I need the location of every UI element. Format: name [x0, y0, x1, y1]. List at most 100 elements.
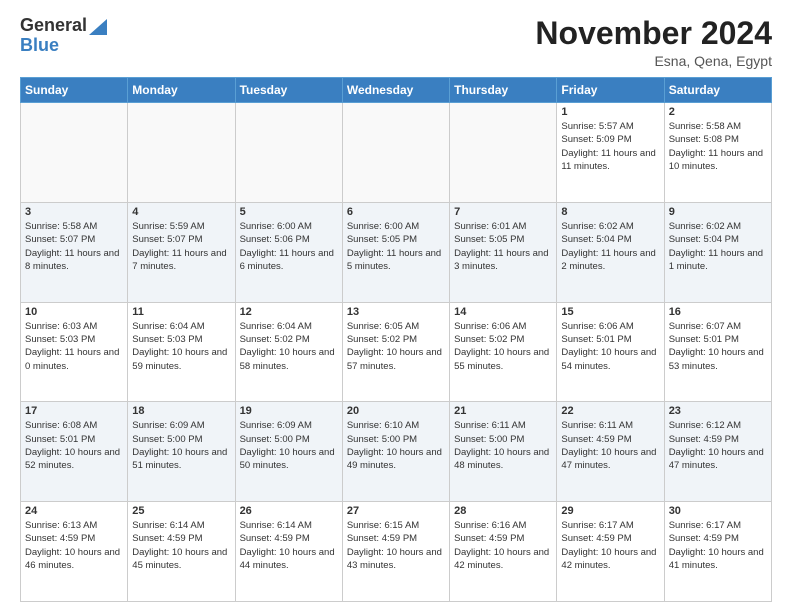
day-info: Sunrise: 6:01 AM Sunset: 5:05 PM Dayligh… [454, 220, 552, 273]
table-row: 20 Sunrise: 6:10 AM Sunset: 5:00 PM Dayli… [342, 402, 449, 502]
day-info: Sunrise: 6:03 AM Sunset: 5:03 PM Dayligh… [25, 320, 123, 373]
table-row: 19 Sunrise: 6:09 AM Sunset: 5:00 PM Dayli… [235, 402, 342, 502]
day-info: Sunrise: 6:00 AM Sunset: 5:06 PM Dayligh… [240, 220, 338, 273]
day-info: Sunrise: 6:10 AM Sunset: 5:00 PM Dayligh… [347, 419, 445, 472]
table-row: 26 Sunrise: 6:14 AM Sunset: 4:59 PM Dayli… [235, 502, 342, 602]
table-row: 9Sunrise: 6:02 AM Sunset: 5:04 PM Daylig… [664, 202, 771, 302]
day-info: Sunrise: 5:58 AM Sunset: 5:07 PM Dayligh… [25, 220, 123, 273]
table-row: 16 Sunrise: 6:07 AM Sunset: 5:01 PM Dayli… [664, 302, 771, 402]
calendar-week-row: 3 Sunrise: 5:58 AM Sunset: 5:07 PM Daylig… [21, 202, 772, 302]
table-row: 10Sunrise: 6:03 AM Sunset: 5:03 PM Dayli… [21, 302, 128, 402]
day-number: 2 [669, 106, 767, 118]
table-row: 11Sunrise: 6:04 AM Sunset: 5:03 PM Dayli… [128, 302, 235, 402]
page: General Blue November 2024 Esna, Qena, E… [0, 0, 792, 612]
day-info: Sunrise: 6:16 AM Sunset: 4:59 PM Dayligh… [454, 519, 552, 572]
table-row: 13 Sunrise: 6:05 AM Sunset: 5:02 PM Dayli… [342, 302, 449, 402]
day-number: 25 [132, 505, 230, 517]
table-row: 3 Sunrise: 5:58 AM Sunset: 5:07 PM Daylig… [21, 202, 128, 302]
title-area: November 2024 Esna, Qena, Egypt [535, 16, 772, 69]
calendar-week-row: 17 Sunrise: 6:08 AM Sunset: 5:01 PM Dayli… [21, 402, 772, 502]
day-number: 29 [561, 505, 659, 517]
header-sunday: Sunday [21, 78, 128, 103]
day-info: Sunrise: 6:14 AM Sunset: 4:59 PM Dayligh… [240, 519, 338, 572]
table-row: 27Sunrise: 6:15 AM Sunset: 4:59 PM Dayli… [342, 502, 449, 602]
table-row: 17 Sunrise: 6:08 AM Sunset: 5:01 PM Dayli… [21, 402, 128, 502]
day-info: Sunrise: 6:09 AM Sunset: 5:00 PM Dayligh… [240, 419, 338, 472]
day-info: Sunrise: 6:04 AM Sunset: 5:02 PM Dayligh… [240, 320, 338, 373]
day-number: 3 [25, 206, 123, 218]
day-number: 4 [132, 206, 230, 218]
day-number: 12 [240, 306, 338, 318]
day-number: 19 [240, 405, 338, 417]
day-info: Sunrise: 6:09 AM Sunset: 5:00 PM Dayligh… [132, 419, 230, 472]
table-row: 15Sunrise: 6:06 AM Sunset: 5:01 PM Dayli… [557, 302, 664, 402]
day-number: 27 [347, 505, 445, 517]
day-info: Sunrise: 5:57 AM Sunset: 5:09 PM Dayligh… [561, 120, 659, 173]
table-row: 22 Sunrise: 6:11 AM Sunset: 4:59 PM Dayli… [557, 402, 664, 502]
weekday-header-row: Sunday Monday Tuesday Wednesday Thursday… [21, 78, 772, 103]
day-number: 17 [25, 405, 123, 417]
day-number: 14 [454, 306, 552, 318]
day-info: Sunrise: 6:13 AM Sunset: 4:59 PM Dayligh… [25, 519, 123, 572]
day-info: Sunrise: 5:59 AM Sunset: 5:07 PM Dayligh… [132, 220, 230, 273]
day-number: 23 [669, 405, 767, 417]
month-title: November 2024 [535, 16, 772, 51]
day-number: 5 [240, 206, 338, 218]
table-row: 30 Sunrise: 6:17 AM Sunset: 4:59 PM Dayli… [664, 502, 771, 602]
table-row: 18Sunrise: 6:09 AM Sunset: 5:00 PM Dayli… [128, 402, 235, 502]
header-tuesday: Tuesday [235, 78, 342, 103]
day-info: Sunrise: 6:06 AM Sunset: 5:01 PM Dayligh… [561, 320, 659, 373]
table-row: 6Sunrise: 6:00 AM Sunset: 5:05 PM Daylig… [342, 202, 449, 302]
day-info: Sunrise: 6:08 AM Sunset: 5:01 PM Dayligh… [25, 419, 123, 472]
day-info: Sunrise: 6:05 AM Sunset: 5:02 PM Dayligh… [347, 320, 445, 373]
table-row: 8 Sunrise: 6:02 AM Sunset: 5:04 PM Daylig… [557, 202, 664, 302]
day-info: Sunrise: 6:17 AM Sunset: 4:59 PM Dayligh… [561, 519, 659, 572]
calendar-week-row: 24 Sunrise: 6:13 AM Sunset: 4:59 PM Dayli… [21, 502, 772, 602]
table-row: 29 Sunrise: 6:17 AM Sunset: 4:59 PM Dayli… [557, 502, 664, 602]
table-row [21, 103, 128, 203]
day-info: Sunrise: 6:11 AM Sunset: 4:59 PM Dayligh… [561, 419, 659, 472]
day-number: 8 [561, 206, 659, 218]
table-row: 25Sunrise: 6:14 AM Sunset: 4:59 PM Dayli… [128, 502, 235, 602]
table-row: 7Sunrise: 6:01 AM Sunset: 5:05 PM Daylig… [450, 202, 557, 302]
day-info: Sunrise: 5:58 AM Sunset: 5:08 PM Dayligh… [669, 120, 767, 173]
day-number: 6 [347, 206, 445, 218]
calendar-week-row: 1 Sunrise: 5:57 AM Sunset: 5:09 PM Daylig… [21, 103, 772, 203]
day-number: 24 [25, 505, 123, 517]
logo-triangle-icon [89, 19, 107, 35]
day-info: Sunrise: 6:17 AM Sunset: 4:59 PM Dayligh… [669, 519, 767, 572]
table-row: 1 Sunrise: 5:57 AM Sunset: 5:09 PM Daylig… [557, 103, 664, 203]
calendar-week-row: 10Sunrise: 6:03 AM Sunset: 5:03 PM Dayli… [21, 302, 772, 402]
day-number: 13 [347, 306, 445, 318]
day-number: 21 [454, 405, 552, 417]
day-info: Sunrise: 6:02 AM Sunset: 5:04 PM Dayligh… [669, 220, 767, 273]
day-info: Sunrise: 6:07 AM Sunset: 5:01 PM Dayligh… [669, 320, 767, 373]
table-row [450, 103, 557, 203]
header-friday: Friday [557, 78, 664, 103]
day-number: 26 [240, 505, 338, 517]
location: Esna, Qena, Egypt [535, 53, 772, 69]
table-row [235, 103, 342, 203]
day-number: 11 [132, 306, 230, 318]
table-row [128, 103, 235, 203]
day-info: Sunrise: 6:12 AM Sunset: 4:59 PM Dayligh… [669, 419, 767, 472]
table-row: 2 Sunrise: 5:58 AM Sunset: 5:08 PM Daylig… [664, 103, 771, 203]
day-number: 1 [561, 106, 659, 118]
logo-general-text: General [20, 16, 87, 36]
day-info: Sunrise: 6:02 AM Sunset: 5:04 PM Dayligh… [561, 220, 659, 273]
day-number: 20 [347, 405, 445, 417]
table-row: 4 Sunrise: 5:59 AM Sunset: 5:07 PM Daylig… [128, 202, 235, 302]
day-number: 28 [454, 505, 552, 517]
table-row: 28 Sunrise: 6:16 AM Sunset: 4:59 PM Dayli… [450, 502, 557, 602]
day-number: 22 [561, 405, 659, 417]
day-number: 16 [669, 306, 767, 318]
day-info: Sunrise: 6:06 AM Sunset: 5:02 PM Dayligh… [454, 320, 552, 373]
day-number: 30 [669, 505, 767, 517]
logo: General Blue [20, 16, 107, 56]
table-row: 5 Sunrise: 6:00 AM Sunset: 5:06 PM Daylig… [235, 202, 342, 302]
calendar-table: Sunday Monday Tuesday Wednesday Thursday… [20, 77, 772, 602]
header-saturday: Saturday [664, 78, 771, 103]
table-row: 14 Sunrise: 6:06 AM Sunset: 5:02 PM Dayli… [450, 302, 557, 402]
header-wednesday: Wednesday [342, 78, 449, 103]
header: General Blue November 2024 Esna, Qena, E… [20, 16, 772, 69]
